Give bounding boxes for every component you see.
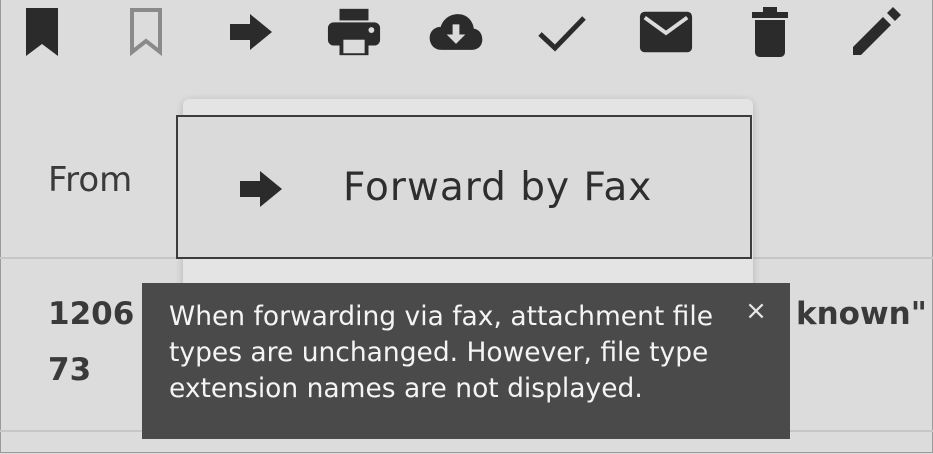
email-button[interactable] — [638, 4, 694, 60]
edit-button[interactable] — [848, 4, 904, 60]
menu-item-forward-by-fax[interactable]: Forward by Fax — [176, 115, 752, 259]
checkmark-icon — [538, 16, 586, 52]
cloud-download-icon — [429, 14, 483, 50]
message-toolbar — [0, 0, 933, 64]
fax-info-tooltip: When forwarding via fax, attachment file… — [142, 283, 790, 439]
tooltip-text: When forwarding via fax, attachment file… — [169, 301, 714, 404]
message-sender-line1-right: known" - — [796, 296, 933, 332]
pencil-icon — [853, 7, 901, 55]
tooltip-close-button[interactable]: × — [742, 297, 770, 325]
forward-arrow-icon — [230, 14, 272, 50]
bookmark-outline-icon — [130, 8, 162, 57]
trash-icon — [752, 7, 788, 57]
menu-item-label: Forward by Fax — [343, 165, 653, 210]
bookmark-filled-button[interactable] — [14, 4, 70, 60]
print-button[interactable] — [326, 4, 382, 60]
message-sender-line1: 1206 — [48, 296, 135, 332]
bookmark-filled-icon — [26, 8, 58, 56]
download-button[interactable] — [428, 4, 484, 60]
delete-button[interactable] — [742, 4, 798, 60]
envelope-icon — [639, 11, 693, 53]
from-column-label: From — [48, 160, 133, 200]
bookmark-outline-button[interactable] — [118, 4, 174, 60]
forward-button[interactable] — [222, 4, 278, 60]
message-sender-line2: 73 — [48, 352, 92, 388]
print-icon — [327, 8, 381, 56]
forward-arrow-icon — [240, 171, 282, 207]
mark-done-button[interactable] — [534, 4, 590, 60]
